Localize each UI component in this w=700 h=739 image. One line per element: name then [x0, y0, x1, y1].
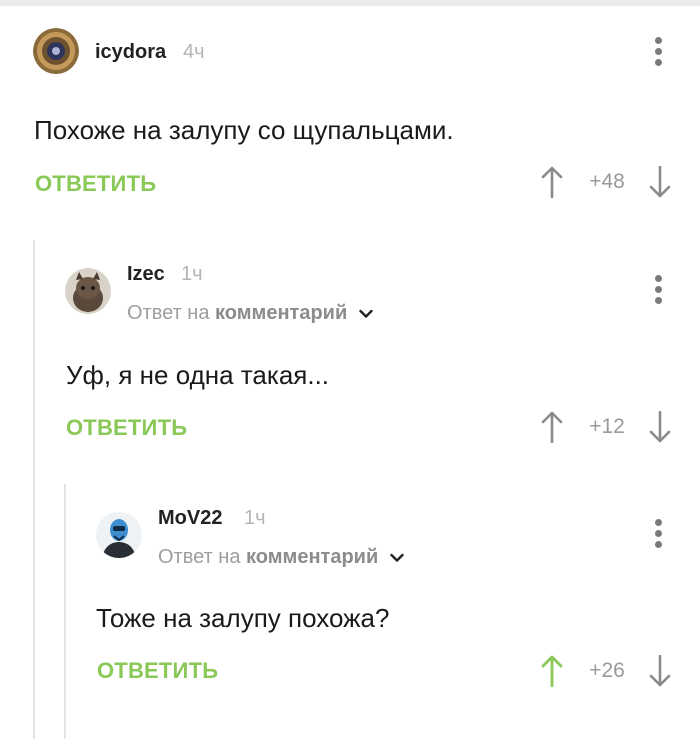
comment: MoV22 1ч Ответ на комментарий Тоже на за… — [0, 0, 700, 700]
arrow-up-icon[interactable] — [540, 655, 564, 687]
reply-to-prefix: Ответ на — [158, 546, 241, 568]
vote-controls: +26 — [540, 655, 675, 687]
more-vert-icon[interactable] — [648, 517, 668, 551]
vote-score: +26 — [589, 659, 625, 682]
arrow-down-icon[interactable] — [648, 655, 672, 687]
reply-to-link[interactable]: комментарий — [246, 546, 378, 568]
comment-text: Тоже на залупу похожа? — [96, 603, 390, 633]
chevron-down-icon[interactable] — [390, 553, 404, 563]
reply-to[interactable]: Ответ на комментарий — [158, 546, 404, 569]
username[interactable]: MoV22 — [158, 507, 222, 530]
reply-button[interactable]: ОТВЕТИТЬ — [97, 658, 218, 684]
avatar[interactable] — [96, 512, 142, 558]
timestamp: 1ч — [244, 507, 266, 529]
